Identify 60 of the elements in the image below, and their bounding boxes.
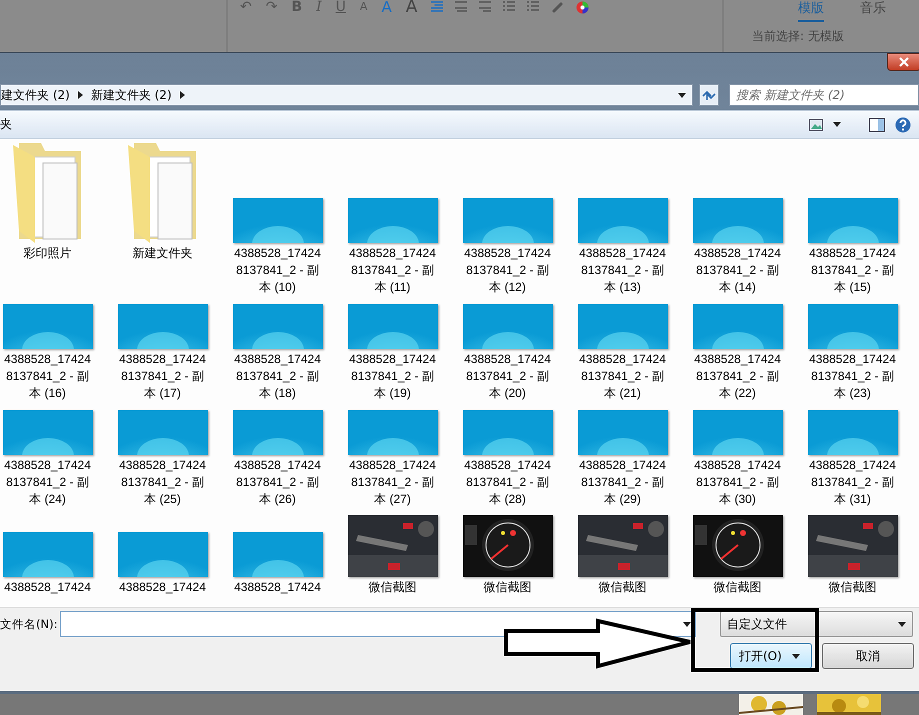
current-selection-text: 当前选择: 无模版 <box>752 28 845 45</box>
file-name[interactable]: 4388528_174248137841_2 - 副本 (10) <box>232 245 322 296</box>
file-name[interactable]: 4388528_174248137841_2 - 副本 (31) <box>808 457 898 508</box>
file-name[interactable]: 微信截图 <box>348 579 438 596</box>
file-name[interactable]: 4388528_174248137841_2 - 副本 (24) <box>2 457 92 508</box>
file-name[interactable]: 4388528_174248137841_2 - 副本 (15) <box>808 245 898 296</box>
file-type-dropdown[interactable]: 自定义文件 <box>720 611 913 637</box>
file-name[interactable]: 4388528_174248137841_2 - 副本 (26) <box>232 457 322 508</box>
file-name[interactable]: 微信截图 <box>462 579 552 596</box>
file-name[interactable]: 4388528_174248137841_2 - 副本 (30) <box>692 457 782 508</box>
file-name[interactable]: 彩印照片 <box>2 245 92 262</box>
file-name[interactable]: 新建文件夹 <box>118 245 208 262</box>
file-name[interactable]: 4388528_174248137841_2 - 副本 (17) <box>118 351 208 402</box>
file-name[interactable]: 4388528_174248137841_2 - 副本 (14) <box>692 245 782 296</box>
file-name[interactable]: 4388528_174248137841_2 - 副本 (25) <box>118 457 208 508</box>
caret-icon <box>792 654 800 658</box>
file-name[interactable]: 4388528_174248137841_2 - 副本 (18) <box>232 351 322 402</box>
chevron-icon[interactable] <box>180 91 185 99</box>
open-button[interactable]: 打开(O) <box>730 643 812 669</box>
dropdown-icon <box>683 622 691 626</box>
refresh-icon <box>702 89 716 101</box>
cancel-button[interactable]: 取消 <box>822 643 914 669</box>
search-field[interactable]: 搜索 新建文件夹 (2) <box>729 84 919 106</box>
filename-label: 文件名(N): <box>0 616 58 632</box>
address-bar[interactable]: 建文件夹 (2) 新建文件夹 (2) <box>0 84 694 106</box>
file-name[interactable]: 微信截图 <box>692 579 782 596</box>
close-button[interactable] <box>887 53 919 71</box>
file-name[interactable]: 4388528_174248137841_2 - 副本 (20) <box>462 351 552 402</box>
file-name[interactable]: 4388528_17424 <box>118 579 208 596</box>
file-name[interactable]: 4388528_174248137841_2 - 副本 (23) <box>808 351 898 402</box>
file-name[interactable]: 4388528_174248137841_2 - 副本 (21) <box>578 351 668 402</box>
file-name[interactable]: 4388528_17424 <box>2 579 92 596</box>
close-icon <box>899 57 909 67</box>
file-name[interactable]: 微信截图 <box>808 579 898 596</box>
file-name[interactable]: 4388528_174248137841_2 - 副本 (11) <box>348 245 438 296</box>
filename-field[interactable] <box>60 611 696 637</box>
file-name[interactable]: 4388528_174248137841_2 - 副本 (19) <box>348 351 438 402</box>
file-name[interactable]: 4388528_174248137841_2 - 副本 (29) <box>578 457 668 508</box>
file-name[interactable]: 4388528_174248137841_2 - 副本 (16) <box>2 351 92 402</box>
preview-pane-icon[interactable] <box>869 118 885 132</box>
breadcrumb-item[interactable]: 建文件夹 (2) <box>1 86 70 104</box>
file-name[interactable]: 4388528_174248137841_2 - 副本 (12) <box>462 245 552 296</box>
file-name[interactable]: 4388528_174248137841_2 - 副本 (22) <box>692 351 782 402</box>
color-wheel-icon[interactable] <box>576 1 590 14</box>
file-name[interactable]: 4388528_174248137841_2 - 副本 (13) <box>578 245 668 296</box>
folder-icon <box>128 143 198 243</box>
file-name[interactable]: 4388528_174248137841_2 - 副本 (28) <box>462 457 552 508</box>
view-menu-icon <box>833 122 841 127</box>
image-view-icon[interactable] <box>809 118 823 130</box>
breadcrumb-item[interactable]: 新建文件夹 (2) <box>90 86 172 104</box>
caret-icon <box>898 622 906 626</box>
file-name[interactable]: 4388528_17424 <box>232 579 322 596</box>
file-name[interactable]: 微信截图 <box>578 579 668 596</box>
help-icon[interactable] <box>895 116 911 132</box>
folder-icon <box>12 143 82 243</box>
refresh-button[interactable] <box>699 84 720 106</box>
chevron-icon[interactable] <box>78 91 83 99</box>
dropdown-icon <box>678 92 686 98</box>
file-name[interactable]: 4388528_174248137841_2 - 副本 (27) <box>348 457 438 508</box>
toolbar-label: 夹 <box>0 116 12 133</box>
